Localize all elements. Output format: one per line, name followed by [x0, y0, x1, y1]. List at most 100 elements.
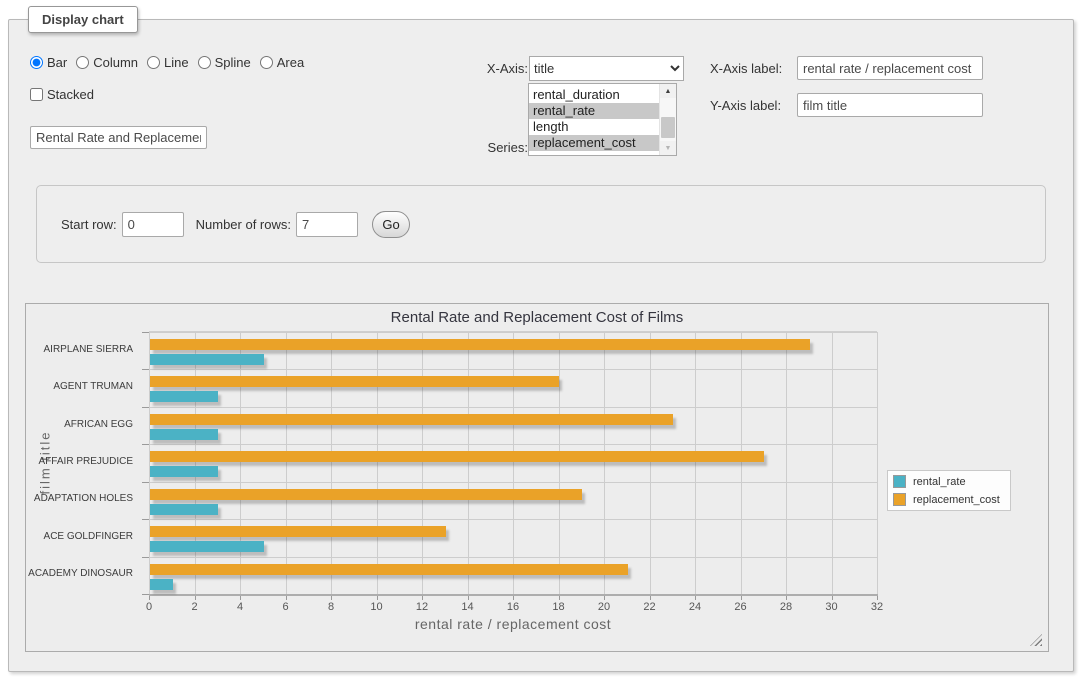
bar-rental_rate [150, 541, 264, 552]
series-option-rental_rate[interactable]: rental_rate [529, 103, 659, 119]
bar-rental_rate [150, 429, 218, 440]
x-tick-label: 30 [814, 601, 850, 613]
series-option-replacement_cost[interactable]: replacement_cost [529, 135, 659, 151]
series-option-rental_duration[interactable]: rental_duration [529, 87, 659, 103]
gridline-vertical [468, 332, 469, 594]
radio-option-column[interactable]: Column [76, 55, 138, 70]
x-tick-label: 10 [359, 601, 395, 613]
legend-item-replacement_cost: replacement_cost [893, 493, 1000, 506]
start-row-label: Start row: [61, 217, 117, 232]
bar-rental_rate [150, 354, 264, 365]
xaxis-select[interactable]: title [529, 56, 684, 81]
gridline-vertical [149, 332, 150, 594]
go-button[interactable]: Go [372, 211, 410, 238]
x-tick-label: 0 [131, 601, 167, 613]
gridline-vertical [195, 332, 196, 594]
resize-handle-icon[interactable] [1030, 634, 1042, 646]
radio-line-label: Line [164, 55, 189, 70]
category-label: AFRICAN EGG [26, 419, 133, 430]
gridline-horizontal [149, 444, 877, 445]
scroll-up-icon[interactable]: ▲ [660, 84, 676, 98]
panel-title: Display chart [28, 6, 138, 33]
radio-option-spline[interactable]: Spline [198, 55, 251, 70]
xaxis-label-input[interactable] [797, 56, 983, 80]
bar-replacement_cost [150, 526, 446, 537]
gridline-vertical [422, 332, 423, 594]
radio-bar[interactable] [30, 56, 43, 69]
legend-swatch-replacement_cost [893, 493, 906, 506]
gridline-vertical [877, 332, 878, 594]
series-label: Series: [480, 140, 528, 155]
category-label: ACADEMY DINOSAUR [26, 568, 133, 579]
gridline-vertical [832, 332, 833, 594]
gridline-vertical [286, 332, 287, 594]
radio-column[interactable] [76, 56, 89, 69]
x-tick-label: 18 [541, 601, 577, 613]
x-tick-label: 8 [313, 601, 349, 613]
series-listbox[interactable]: rental_durationrental_ratelengthreplacem… [528, 83, 677, 156]
bar-replacement_cost [150, 564, 628, 575]
scroll-down-icon[interactable]: ▼ [660, 141, 676, 155]
radio-line[interactable] [147, 56, 160, 69]
num-rows-input[interactable] [296, 212, 358, 237]
x-axis-line [149, 594, 878, 596]
bar-replacement_cost [150, 339, 810, 350]
series-scrollbar[interactable]: ▲ ▼ [659, 84, 676, 155]
bar-replacement_cost [150, 414, 673, 425]
y-tick-mark [142, 332, 149, 333]
chart-title: Rental Rate and Replacement Cost of Film… [26, 309, 1048, 326]
radio-spline[interactable] [198, 56, 211, 69]
stacked-checkbox[interactable] [30, 88, 43, 101]
yaxis-label-input[interactable] [797, 93, 983, 117]
y-tick-mark [142, 369, 149, 370]
radio-area[interactable] [260, 56, 273, 69]
x-tick-label: 12 [404, 601, 440, 613]
x-tick-label: 32 [859, 601, 895, 613]
legend-label-replacement_cost: replacement_cost [913, 494, 1000, 506]
chart-legend: rental_rate replacement_cost [887, 470, 1011, 511]
y-tick-mark [142, 557, 149, 558]
gridline-horizontal [149, 407, 877, 408]
scrollbar-thumb[interactable] [661, 117, 675, 138]
category-labels: AIRPLANE SIERRAAGENT TRUMANAFRICAN EGGAF… [26, 331, 141, 593]
bar-rental_rate [150, 466, 218, 477]
radio-option-area[interactable]: Area [260, 55, 304, 70]
chart-title-input[interactable] [30, 126, 207, 149]
x-tick-label: 20 [586, 601, 622, 613]
bar-rental_rate [150, 579, 173, 590]
chart-container: Rental Rate and Replacement Cost of Film… [25, 303, 1049, 652]
x-tick-label: 6 [268, 601, 304, 613]
gridline-horizontal [149, 332, 877, 333]
gridline-vertical [786, 332, 787, 594]
x-tick-label: 16 [495, 601, 531, 613]
legend-item-rental_rate: rental_rate [893, 475, 1000, 488]
start-row-input[interactable] [122, 212, 184, 237]
x-tick-label: 14 [450, 601, 486, 613]
xaxis-label: X-Axis: [480, 61, 528, 76]
y-tick-mark [142, 519, 149, 520]
x-tick-label: 2 [177, 601, 213, 613]
rows-panel: Start row: Number of rows: Go [36, 185, 1046, 263]
radio-spline-label: Spline [215, 55, 251, 70]
y-tick-mark [142, 444, 149, 445]
radio-option-bar[interactable]: Bar [30, 55, 67, 70]
x-tick-label: 28 [768, 601, 804, 613]
y-tick-mark [142, 482, 149, 483]
category-label: AFFAIR PREJUDICE [26, 456, 133, 467]
stacked-checkbox-row[interactable]: Stacked [30, 87, 94, 102]
series-option-length[interactable]: length [529, 119, 659, 135]
category-label: AIRPLANE SIERRA [26, 344, 133, 355]
y-tick-mark [142, 407, 149, 408]
gridline-vertical [604, 332, 605, 594]
plot-area: 02468101214161820222426283032 [149, 331, 877, 593]
x-tick-label: 24 [677, 601, 713, 613]
xaxis-label-field-label: X-Axis label: [710, 61, 790, 76]
yaxis-label-field-label: Y-Axis label: [710, 98, 790, 113]
xaxis-title: rental rate / replacement cost [149, 616, 877, 632]
gridline-vertical [240, 332, 241, 594]
gridline-vertical [695, 332, 696, 594]
bar-rental_rate [150, 504, 218, 515]
gridline-vertical [331, 332, 332, 594]
category-label: ADAPTATION HOLES [26, 493, 133, 504]
radio-option-line[interactable]: Line [147, 55, 189, 70]
